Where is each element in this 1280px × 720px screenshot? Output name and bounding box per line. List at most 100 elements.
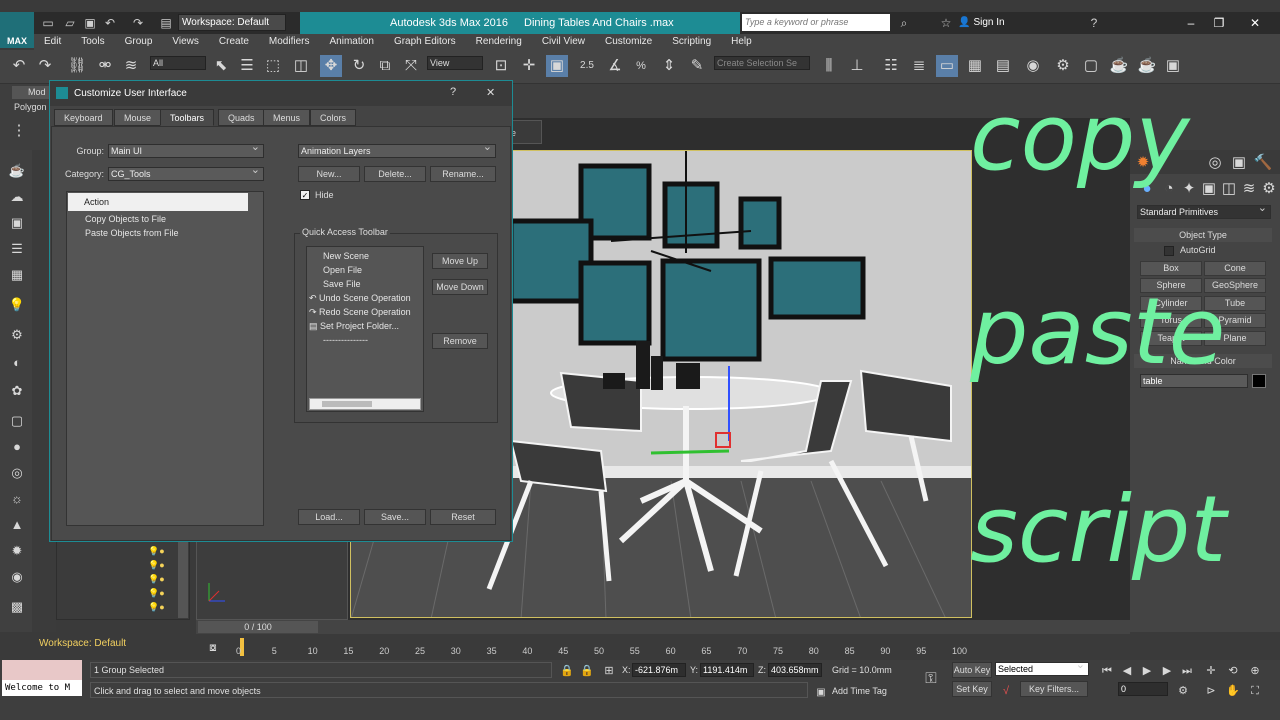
list-item[interactable]: Copy Objects to File (85, 212, 166, 226)
time-config-icon[interactable]: ⚙ (1172, 680, 1194, 702)
restore-button[interactable]: ❐ (1204, 12, 1234, 34)
material-editor-icon[interactable]: ◉ (1022, 55, 1044, 77)
help-icon[interactable]: ? (1086, 15, 1102, 31)
object-type-rollout[interactable]: Object Type (1134, 228, 1272, 242)
grid-icon[interactable]: ▦ (6, 264, 28, 286)
select-manipulate-icon[interactable]: ✛ (518, 55, 540, 77)
tab-quads[interactable]: Quads (218, 109, 265, 126)
workspace-status[interactable]: Workspace: Default (36, 636, 191, 652)
systems-icon[interactable]: ⚙ (1258, 178, 1280, 200)
rename-toolbar-button[interactable]: Rename... (430, 166, 496, 182)
move-down-button[interactable]: Move Down (432, 279, 488, 295)
remove-button[interactable]: Remove (432, 333, 488, 349)
scrollbar-thumb[interactable] (322, 401, 372, 407)
primitive-category-dropdown[interactable]: Standard Primitives (1137, 202, 1271, 219)
snaps-toggle-icon[interactable]: 2.5 (576, 55, 598, 77)
keyboard-shortcut-override-icon[interactable]: ▣ (546, 55, 568, 77)
go-to-start-icon[interactable]: ⏮ (1096, 660, 1118, 682)
utilities-panel-icon[interactable]: 🔨 (1252, 152, 1274, 174)
ribbon-toggle-icon[interactable]: ▭ (936, 55, 958, 77)
undo-toolbar-icon[interactable]: ↶ (8, 55, 30, 77)
undo-icon[interactable]: ↶ (102, 15, 118, 31)
display-panel-icon[interactable]: ▣ (1228, 152, 1250, 174)
menu-help[interactable]: Help (721, 34, 762, 50)
minimize-button[interactable]: – (1176, 12, 1206, 34)
dialog-help-button[interactable]: ? (450, 86, 456, 98)
menu-group[interactable]: Group (115, 34, 163, 50)
pivot-center-icon[interactable]: ⊡ (490, 55, 512, 77)
new-scene-icon[interactable]: ▭ (40, 15, 56, 31)
bind-space-warp-icon[interactable]: ≋ (120, 55, 142, 77)
curve-editor-icon[interactable]: ▦ (964, 55, 986, 77)
y-coordinate-input[interactable]: 1191.414m (700, 663, 754, 677)
material-icon[interactable]: ✿ (6, 380, 28, 402)
box-button[interactable]: Box (1140, 261, 1202, 276)
sphere-icon[interactable]: ◐ (6, 352, 28, 374)
list-item[interactable]: ↷ Redo Scene Operation (309, 305, 411, 319)
redo-toolbar-icon[interactable]: ↷ (34, 55, 56, 77)
mirror-icon[interactable]: ⫼ (818, 55, 840, 77)
sign-in-button[interactable]: 👤 Sign In (958, 14, 1005, 31)
paint-icon[interactable]: ⚙ (6, 324, 28, 346)
list-item[interactable]: Paste Objects from File (85, 226, 179, 240)
graphite-tool-icon[interactable]: ⋮ (8, 120, 30, 142)
new-toolbar-button[interactable]: New... (298, 166, 360, 182)
cloud-icon[interactable]: ☁ (6, 186, 28, 208)
edit-named-selection-icon[interactable]: ✎ (686, 55, 708, 77)
spinner-snap-icon[interactable]: ⇕ (658, 55, 680, 77)
tab-keyboard[interactable]: Keyboard (54, 109, 113, 126)
app-logo[interactable]: MAX (0, 12, 34, 48)
helpers-icon[interactable]: ◫ (1218, 178, 1240, 200)
select-and-scale-icon[interactable]: ⧉ (374, 55, 396, 77)
save-file-icon[interactable]: ▣ (82, 15, 98, 31)
list-item[interactable]: Save File (323, 277, 361, 291)
list-icon[interactable]: ☰ (6, 238, 28, 260)
cone-button[interactable]: Cone (1204, 261, 1266, 276)
maxscript-listener-input[interactable] (2, 660, 82, 680)
named-selection-sets-dropdown[interactable]: Create Selection Se (714, 56, 810, 70)
render-in-cloud-icon[interactable]: ▣ (1162, 55, 1184, 77)
key-filters-button[interactable]: Key Filters... (1020, 681, 1088, 697)
current-frame-input[interactable]: 0 (1118, 682, 1168, 696)
tab-toolbars[interactable]: Toolbars (160, 109, 215, 126)
binoculars-icon[interactable]: ⌕ (896, 15, 912, 31)
cameras-icon[interactable]: ▣ (1198, 178, 1220, 200)
time-slider[interactable]: 0 / 100 (196, 620, 1130, 634)
object-color-swatch[interactable] (1252, 374, 1266, 388)
open-file-icon[interactable]: ▱ (62, 15, 78, 31)
auto-key-button[interactable]: Auto Key (952, 662, 992, 678)
render-setup-icon[interactable]: ⚙ (1052, 55, 1074, 77)
zoom-icon[interactable]: ✛ (1200, 660, 1222, 682)
list-item[interactable]: ↶ Undo Scene Operation (309, 291, 411, 305)
list-item[interactable]: Open File (323, 263, 362, 277)
light-icon[interactable]: 💡 (6, 294, 28, 316)
selection-lock-icon[interactable]: 🔒 (576, 660, 598, 682)
schematic-view-icon[interactable]: ▤ (992, 55, 1014, 77)
select-by-name-icon[interactable]: ☰ (236, 55, 258, 77)
menu-rendering[interactable]: Rendering (466, 34, 532, 50)
previous-frame-icon[interactable]: ◀ (1116, 660, 1138, 682)
dialog-close-button[interactable]: ✕ (486, 86, 495, 99)
search-input[interactable]: Type a keyword or phrase (742, 14, 890, 31)
action-list[interactable]: Action Copy Objects to File Paste Object… (66, 191, 264, 526)
selection-filter-dropdown[interactable]: All (150, 56, 206, 70)
ball-icon[interactable]: ● (6, 436, 28, 458)
render-production-icon[interactable]: ☕ (1108, 55, 1130, 77)
disc-icon[interactable]: ◉ (6, 566, 28, 588)
space-warps-icon[interactable]: ≋ (1238, 178, 1260, 200)
group-dropdown[interactable]: Main UI (108, 141, 264, 158)
add-time-tag[interactable]: Add Time Tag (832, 686, 887, 696)
tab-menus[interactable]: Menus (263, 109, 311, 126)
rendered-frame-window-icon[interactable]: ▢ (1080, 55, 1102, 77)
window-crossing-icon[interactable]: ◫ (290, 55, 312, 77)
reference-coordinate-dropdown[interactable]: View (427, 56, 483, 70)
list-item[interactable]: New Scene (323, 249, 369, 263)
toolbar-dropdown[interactable]: Animation Layers (298, 141, 496, 158)
menu-create[interactable]: Create (209, 34, 259, 50)
teapot-icon[interactable]: ☕ (6, 160, 28, 182)
tab-mouse[interactable]: Mouse (114, 109, 162, 126)
category-dropdown[interactable]: CG_Tools (108, 164, 264, 181)
star-burst-icon[interactable]: ✹ (6, 540, 28, 562)
time-tag-icon[interactable]: ▣ (810, 682, 832, 704)
menu-modifiers[interactable]: Modifiers (259, 34, 320, 50)
